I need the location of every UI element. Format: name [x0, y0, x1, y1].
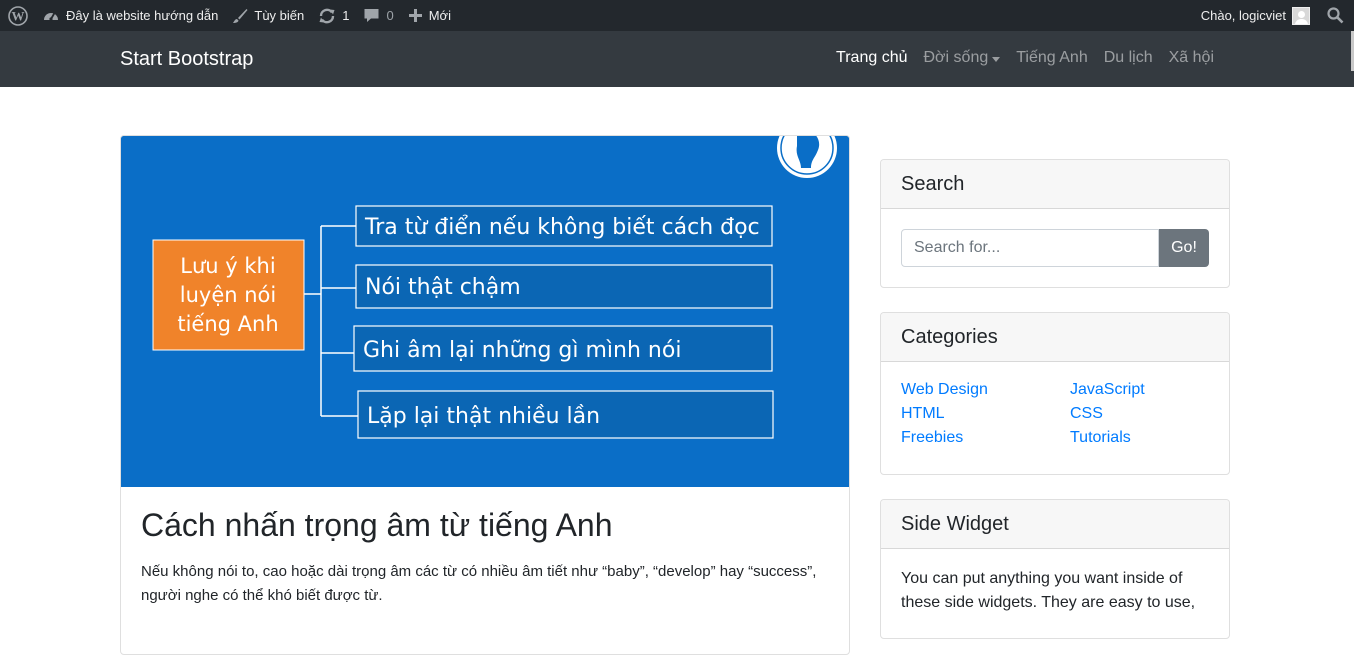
- main-navbar: Start Bootstrap Trang chủ Đời sống Tiếng…: [0, 31, 1354, 87]
- category-link[interactable]: CSS: [1070, 403, 1210, 424]
- nav-item-label: Du lịch: [1103, 49, 1153, 66]
- site-name-link[interactable]: Đây là website hướng dẫn: [35, 0, 225, 31]
- wordpress-icon: W: [8, 5, 28, 26]
- search-widget-title: Search: [881, 160, 1229, 209]
- categories-list: Web Design JavaScript HTML CSS Freebies …: [901, 379, 1209, 448]
- mindmap-tip-text: Tra từ điển nếu không biết cách đọc: [364, 215, 760, 240]
- admin-search-button[interactable]: [1317, 0, 1354, 31]
- caret-down-icon: [992, 56, 1001, 62]
- wp-admin-bar: W Đây là website hướng dẫn Tùy biến 1 0: [0, 0, 1354, 31]
- categories-widget-title: Categories: [881, 313, 1229, 362]
- mindmap-main-label-1: Lưu ý khi: [180, 254, 275, 278]
- updates-count: 1: [342, 8, 350, 23]
- greeting-label: Chào, logicviet: [1200, 8, 1286, 23]
- post-excerpt: Nếu không nói to, cao hoặc dài trọng âm …: [141, 563, 817, 605]
- category-link[interactable]: Tutorials: [1070, 427, 1210, 448]
- my-account-link[interactable]: Chào, logicviet: [1194, 0, 1317, 31]
- site-name-label: Đây là website hướng dẫn: [66, 8, 219, 23]
- mindmap-main-label-3: tiếng Anh: [177, 312, 278, 336]
- nav-item-label: Xã hội: [1168, 49, 1214, 66]
- dashboard-gauge-icon: [44, 12, 58, 21]
- svg-text:W: W: [12, 8, 25, 23]
- search-go-button[interactable]: Go!: [1159, 229, 1209, 267]
- comment-bubble-icon: [364, 9, 379, 22]
- mindmap-tip-text: Ghi âm lại những gì mình nói: [363, 338, 681, 363]
- category-link[interactable]: HTML: [901, 403, 1070, 424]
- nav-item-label: Tiếng Anh: [1016, 49, 1088, 66]
- category-link[interactable]: Web Design: [901, 379, 1070, 400]
- blog-post-card: Lưu ý khi luyện nói tiếng Anh Tra từ điể…: [120, 135, 850, 655]
- categories-widget: Categories Web Design JavaScript HTML CS…: [880, 312, 1230, 475]
- updates-refresh-icon: [319, 8, 335, 23]
- search-widget: Search Go!: [880, 159, 1230, 288]
- nav-item-life-dropdown[interactable]: Đời sống: [916, 49, 1009, 67]
- nav-item-home[interactable]: Trang chủ: [828, 49, 915, 67]
- wp-logo-button[interactable]: W: [0, 0, 35, 31]
- side-widget-text: You can put anything you want inside of …: [901, 570, 1196, 611]
- mindmap-tip-text: Lặp lại thật nhiều lần: [367, 404, 600, 429]
- new-content-link[interactable]: Mới: [401, 0, 458, 31]
- nav-menu: Trang chủ Đời sống Tiếng Anh Du lịch Xã …: [828, 49, 1222, 67]
- search-icon: [1327, 7, 1344, 24]
- plus-icon: [408, 9, 422, 22]
- category-link[interactable]: Freebies: [901, 427, 1070, 448]
- brand-link[interactable]: Start Bootstrap: [120, 48, 253, 71]
- customize-link[interactable]: Tùy biến: [225, 0, 311, 31]
- brush-icon: [233, 8, 248, 23]
- updates-link[interactable]: 1: [311, 0, 356, 31]
- side-widget: Side Widget You can put anything you wan…: [880, 499, 1230, 639]
- nav-item-english[interactable]: Tiếng Anh: [1008, 49, 1095, 67]
- category-link[interactable]: JavaScript: [1070, 379, 1210, 400]
- side-widget-title: Side Widget: [881, 500, 1229, 549]
- search-input[interactable]: [901, 229, 1159, 267]
- customize-label: Tùy biến: [254, 8, 305, 23]
- avatar: [1292, 6, 1310, 25]
- mindmap-tip-text: Nói thật chậm: [365, 275, 521, 300]
- new-content-label: Mới: [428, 8, 451, 23]
- post-featured-image[interactable]: Lưu ý khi luyện nói tiếng Anh Tra từ điể…: [121, 136, 850, 487]
- post-body: Cách nhấn trọng âm từ tiếng Anh Nếu khôn…: [141, 506, 831, 608]
- nav-item-label: Trang chủ: [836, 49, 908, 66]
- nav-item-travel[interactable]: Du lịch: [1096, 49, 1161, 67]
- post-title[interactable]: Cách nhấn trọng âm từ tiếng Anh: [141, 506, 831, 544]
- comments-link[interactable]: 0: [356, 0, 400, 31]
- mindmap-main-label-2: luyện nói: [180, 283, 276, 307]
- comments-count: 0: [386, 8, 394, 23]
- nav-item-society[interactable]: Xã hội: [1161, 49, 1222, 67]
- nav-item-label: Đời sống: [923, 49, 989, 66]
